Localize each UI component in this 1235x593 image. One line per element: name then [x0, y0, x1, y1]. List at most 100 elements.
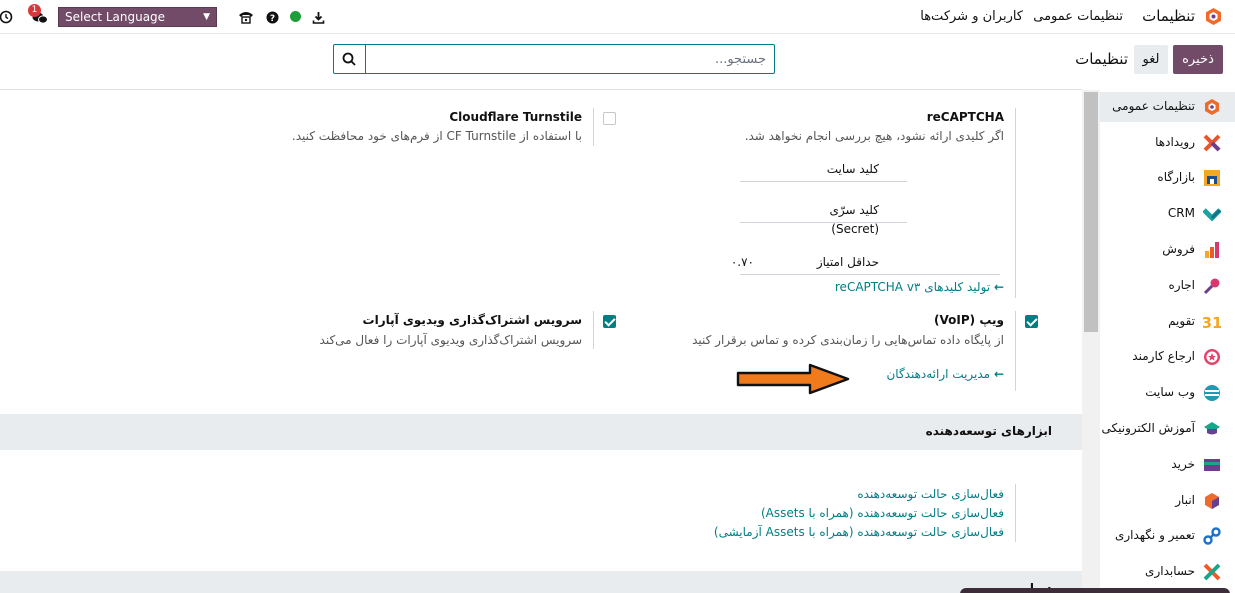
sidebar-item-label: تنظیمات عمومی [1112, 99, 1195, 113]
annotation-arrow-icon [736, 363, 850, 395]
sidebar-item-label: تقویم [1168, 314, 1195, 328]
aparat-description: سرویس اشتراک‌گذاری ویدیوی آپارات را فعال… [319, 333, 582, 347]
settings-content: Cloudflare Turnstile با استفاده از CF Tu… [0, 90, 1082, 593]
calendar-app-icon: 31 [1203, 314, 1221, 331]
sidebar-item-label: تعمیر و نگهداری [1114, 528, 1195, 542]
language-select[interactable]: Select Language ▼ [58, 7, 217, 27]
website-app-icon [1204, 385, 1220, 401]
scrollbar-thumb[interactable] [1084, 92, 1098, 332]
activate-dev-mode-test-assets-link[interactable]: فعال‌سازی حالت توسعه‌دهنده (همراه با Ass… [714, 525, 1004, 539]
turnstile-checkbox[interactable] [603, 112, 616, 125]
recaptcha-divider [1015, 108, 1016, 298]
sidebar-item-label: حسابداری [1145, 564, 1195, 578]
recaptcha-title: reCAPTCHA [926, 110, 1004, 124]
rental-app-icon [1203, 278, 1220, 295]
breadcrumb: تنظیمات [1075, 50, 1128, 68]
settings-app-logo-icon[interactable] [1204, 7, 1223, 26]
dev-tools-divider [1015, 484, 1016, 542]
events-app-icon [1203, 134, 1221, 152]
svg-text:?: ? [269, 14, 274, 24]
turnstile-title: Cloudflare Turnstile [449, 110, 582, 124]
sidebar-item-inventory[interactable]: انبار [1100, 486, 1235, 516]
voip-divider [1015, 311, 1016, 391]
min-score-input-line [740, 274, 1000, 275]
min-score-value[interactable]: ۰.۷۰ [731, 255, 754, 269]
phone-icon[interactable] [238, 9, 254, 25]
sidebar-item-label: بازارگاه [1157, 170, 1195, 184]
sidebar-item-label: CRM [1167, 206, 1195, 220]
referral-app-icon [1204, 349, 1220, 365]
aparat-title: سرویس اشتراک‌گذاری ویدیوی آپارات [362, 313, 582, 327]
inventory-app-icon [1205, 493, 1219, 509]
clock-icon[interactable] [0, 9, 14, 25]
sidebar-item-employee-referral[interactable]: ارجاع کارمند [1100, 342, 1235, 372]
activate-dev-mode-link[interactable]: فعال‌سازی حالت توسعه‌دهنده [857, 487, 1004, 501]
sidebar-item-website[interactable]: وب سایت [1100, 378, 1235, 408]
online-status-icon [290, 11, 301, 22]
recaptcha-description: اگر کلیدی ارائه نشود، هیچ بررسی انجام نخ… [744, 129, 1004, 143]
site-key-label: کلید سایت [826, 162, 879, 176]
chevron-down-icon: ▼ [203, 12, 210, 22]
search-box [333, 44, 775, 74]
save-button[interactable]: ذخیره [1173, 45, 1223, 74]
search-button[interactable] [333, 44, 366, 74]
voip-title: ویپ (VoIP) [934, 313, 1004, 327]
aparat-divider [593, 311, 594, 349]
sidebar-item-purchase[interactable]: خرید [1100, 450, 1235, 480]
generate-recaptcha-link[interactable]: ← تولید کلیدهای reCAPTCHA v۳ [835, 280, 1004, 294]
sidebar-item-label: انبار [1175, 493, 1195, 507]
notification-badge: 1 [28, 4, 41, 17]
sidebar-item-sales[interactable]: فروش [1100, 235, 1235, 265]
manage-providers-link[interactable]: ← مدیریت ارائه‌دهندگان [886, 367, 1004, 381]
aparat-checkbox[interactable] [603, 315, 616, 328]
accounting-app-icon [1203, 563, 1221, 581]
secret-key-label: کلید سرّی [829, 203, 880, 217]
sales-app-icon [1205, 242, 1219, 258]
sidebar-item-label: ارجاع کارمند [1132, 349, 1195, 363]
site-key-input[interactable] [740, 181, 907, 182]
app-title[interactable]: تنظیمات [1142, 7, 1195, 25]
download-icon[interactable] [310, 9, 326, 25]
secret-key-label-en: (Secret) [831, 222, 879, 236]
search-icon [342, 52, 356, 66]
activate-dev-mode-assets-link[interactable]: فعال‌سازی حالت توسعه‌دهنده (همراه با Ass… [761, 506, 1004, 520]
language-select-value: Select Language [65, 10, 166, 24]
sidebar-item-events[interactable]: رویدادها [1100, 128, 1235, 158]
bottom-chat-bar[interactable] [960, 588, 1230, 593]
arrow-left-icon: ← [993, 367, 1004, 381]
settings-app-icon [1205, 99, 1219, 115]
sidebar-item-rental[interactable]: اجاره [1100, 271, 1235, 301]
menu-users-companies[interactable]: کاربران و شرکت‌ها [920, 9, 1023, 24]
sidebar-item-maintenance[interactable]: تعمیر و نگهداری [1100, 521, 1235, 551]
arrow-left-icon: ← [993, 280, 1004, 294]
sidebar-item-accounting[interactable]: حسابداری [1100, 557, 1235, 587]
sidebar-item-marketplace[interactable]: بازارگاه [1100, 163, 1235, 193]
marketplace-app-icon [1204, 170, 1220, 186]
top-navbar: 1 Select Language ▼ ? کاربران و شرکت‌ها … [0, 0, 1235, 34]
sidebar-item-calendar[interactable]: 31 تقویم [1100, 307, 1235, 337]
about-header [0, 571, 1082, 593]
min-score-label: حداقل امتیاز [816, 255, 879, 269]
elearning-app-icon [1204, 422, 1220, 435]
sidebar-item-label: وب سایت [1145, 385, 1195, 399]
sidebar-item-elearning[interactable]: آموزش الکترونیکی [1100, 414, 1235, 444]
sidebar-item-label: اجاره [1168, 278, 1196, 292]
developer-tools-title: ابزارهای توسعه‌دهنده [925, 424, 1052, 438]
voip-description: از پایگاه داده تماس‌هایی را زمان‌بندی کر… [692, 333, 1004, 347]
sidebar-item-label: آموزش الکترونیکی [1101, 421, 1195, 435]
sidebar-item-general-settings[interactable]: تنظیمات عمومی [1100, 92, 1235, 122]
svg-text:31: 31 [1203, 314, 1221, 331]
sidebar-item-crm[interactable]: CRM [1100, 199, 1235, 229]
search-input[interactable] [366, 49, 766, 69]
turnstile-description: با استفاده از CF Turnstile از فرم‌های خو… [291, 129, 582, 143]
turnstile-divider [593, 108, 594, 146]
secret-key-input[interactable] [740, 222, 907, 223]
purchase-app-icon [1204, 459, 1220, 471]
menu-general-settings[interactable]: تنظیمات عمومی [1033, 9, 1123, 24]
cancel-button[interactable]: لغو [1134, 45, 1168, 74]
help-icon[interactable]: ? [264, 9, 280, 25]
developer-tools-header [0, 414, 1082, 450]
crm-app-icon [1203, 208, 1221, 222]
voip-checkbox[interactable] [1025, 315, 1038, 328]
sidebar-item-label: رویدادها [1155, 135, 1195, 149]
